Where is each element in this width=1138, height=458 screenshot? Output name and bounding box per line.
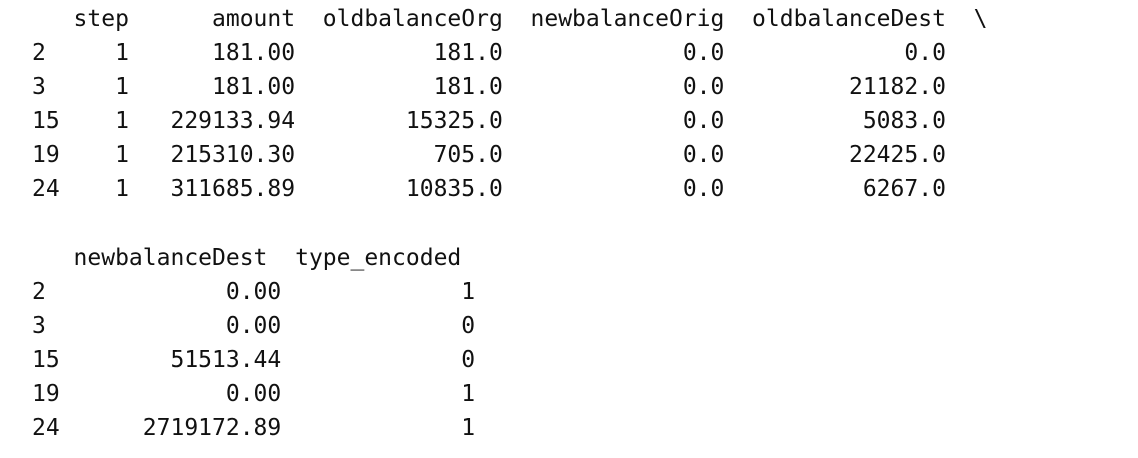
table-row: 2 0.00 1 (32, 279, 476, 305)
table-header: step amount oldbalanceOrg newbalanceOrig… (32, 6, 988, 32)
table-row: 19 0.00 1 (32, 381, 476, 407)
table-row: 15 1 229133.94 15325.0 0.0 5083.0 (32, 108, 946, 134)
table-header: newbalanceDest type_encoded (32, 245, 462, 271)
table-row: 2 1 181.00 181.0 0.0 0.0 (32, 40, 946, 66)
table-row: 3 0.00 0 (32, 313, 476, 339)
table-row: 15 51513.44 0 (32, 347, 476, 373)
table-row: 19 1 215310.30 705.0 0.0 22425.0 (32, 142, 946, 168)
dataframe-output: step amount oldbalanceOrg newbalanceOrig… (0, 0, 1138, 458)
table-row: 24 1 311685.89 10835.0 0.0 6267.0 (32, 176, 946, 202)
table-row: 24 2719172.89 1 (32, 415, 476, 441)
table-row: 3 1 181.00 181.0 0.0 21182.0 (32, 74, 946, 100)
